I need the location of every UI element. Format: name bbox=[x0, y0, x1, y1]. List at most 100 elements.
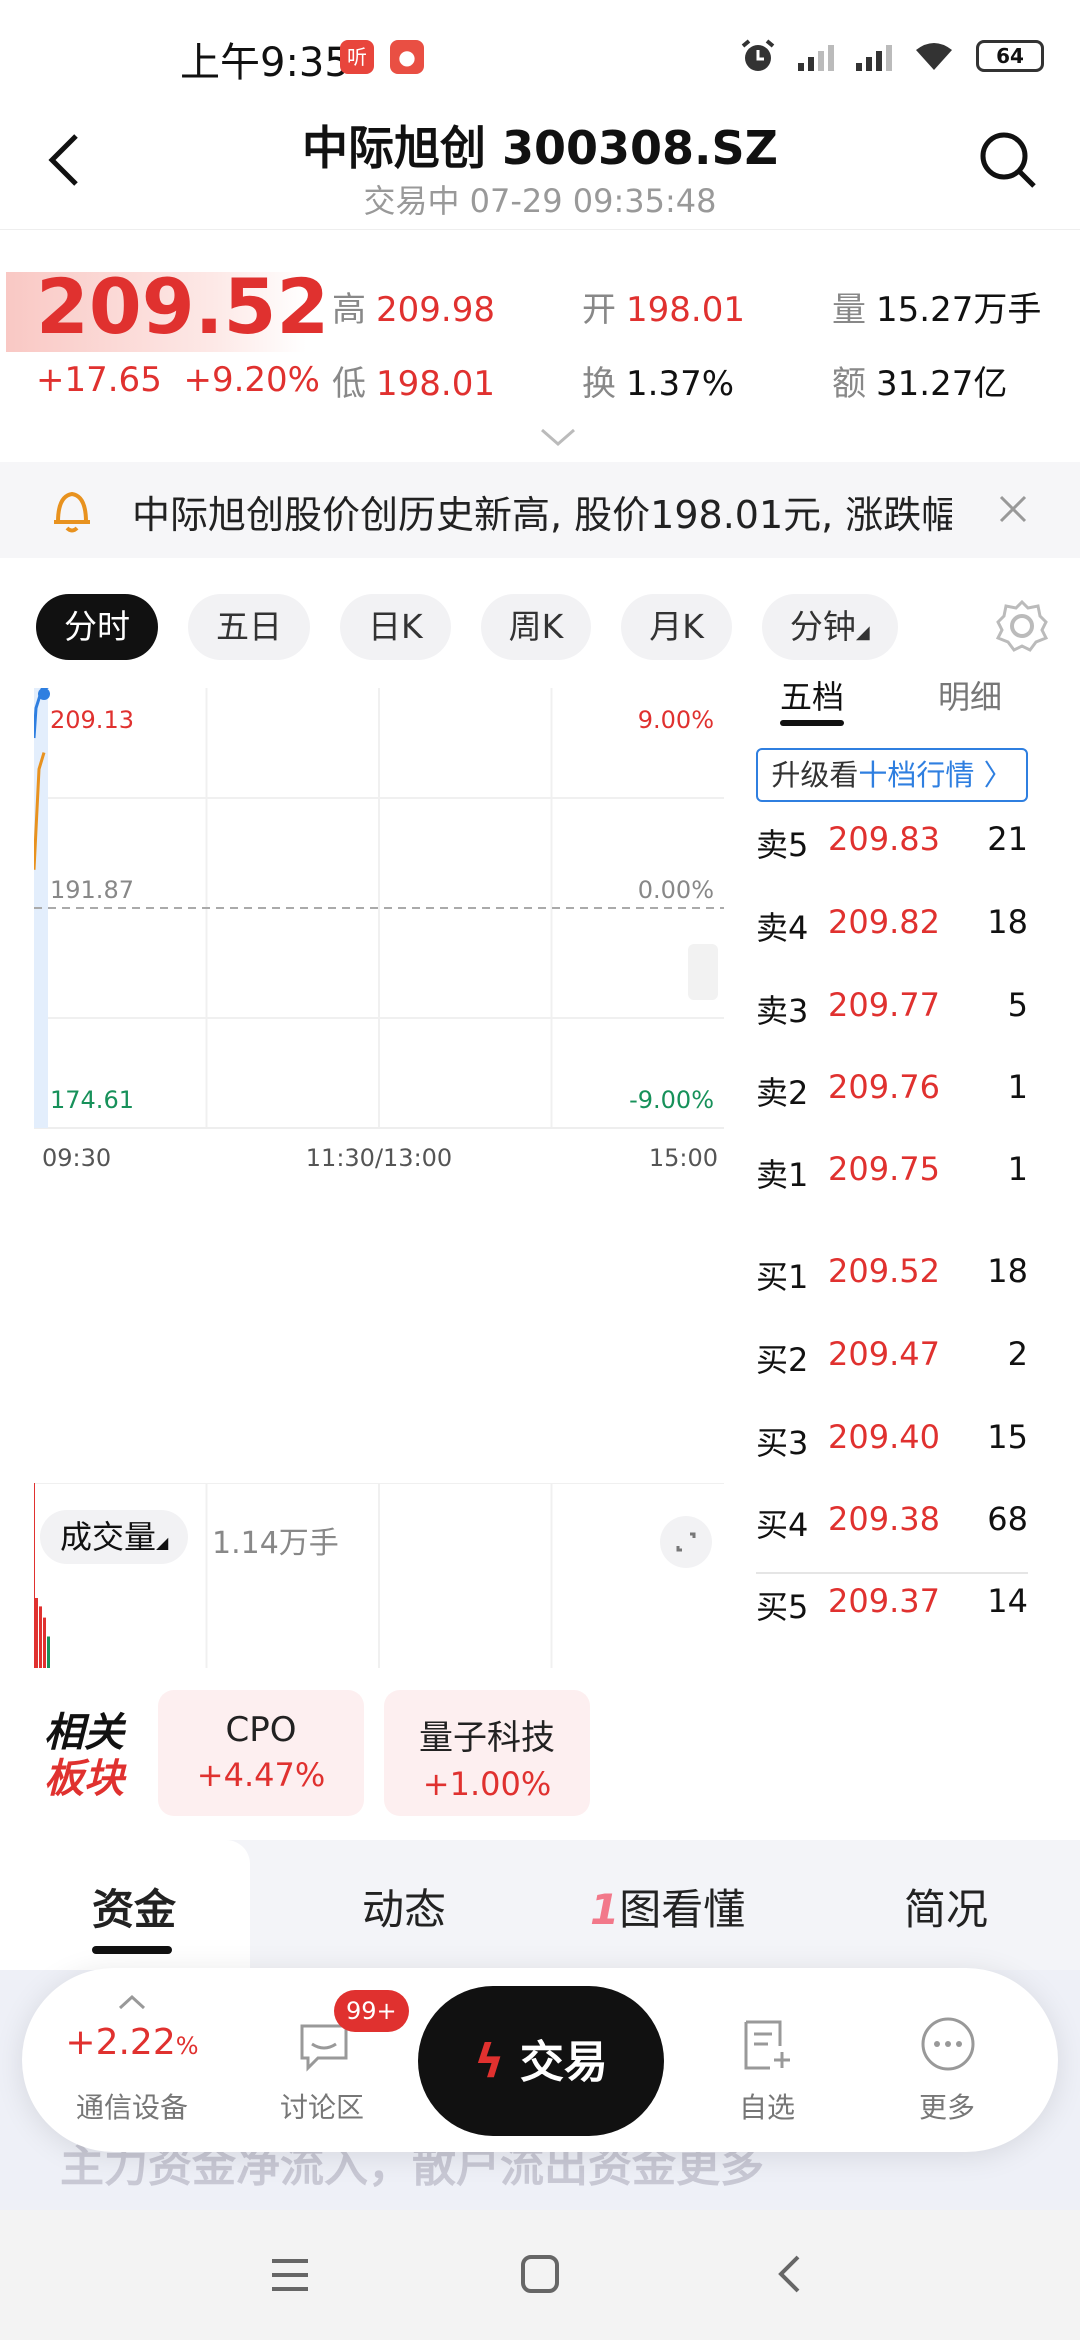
signal-icon-2 bbox=[856, 41, 892, 71]
tab-monthly-k[interactable]: 月K bbox=[621, 594, 732, 660]
chevron-up-icon bbox=[118, 1994, 146, 2010]
status-bar: 上午9:35 听 ● 64 bbox=[0, 0, 1080, 110]
tab-five-levels[interactable]: 五档 bbox=[780, 672, 844, 718]
quote-high: 高 209.98 bbox=[332, 290, 495, 330]
quote-amount: 额 31.27亿 bbox=[832, 364, 1008, 404]
watchlist-label: 自选 bbox=[738, 2091, 795, 2124]
system-nav-bar bbox=[0, 2210, 1080, 2340]
quote-panel: 209.52 +17.65 +9.20% 高 209.98 开 198.01 量 15… bbox=[0, 232, 1080, 462]
y-pct-high: 9.00% bbox=[638, 706, 714, 734]
more-icon bbox=[921, 2017, 975, 2071]
level-price: 209.83 bbox=[828, 820, 940, 858]
news-notice[interactable]: 中际旭创股价创历史新高, 股价198.01元, 涨跌幅 bbox=[0, 462, 1080, 558]
level-price: 209.37 bbox=[828, 1582, 940, 1620]
volume-bar bbox=[39, 1606, 42, 1668]
upgrade-ten-level-button[interactable]: 升级看十档行情 〉 bbox=[756, 748, 1028, 802]
lightning-icon: ϟ bbox=[474, 2034, 505, 2088]
order-book-divider bbox=[756, 1572, 1028, 1574]
y-label-high: 209.13 bbox=[50, 706, 134, 734]
more-label: 更多 bbox=[918, 2091, 975, 2124]
close-icon[interactable] bbox=[998, 494, 1028, 524]
y-label-low: 174.61 bbox=[50, 1086, 134, 1114]
listen-app-icon: 听 bbox=[340, 40, 374, 74]
level-label: 卖5 bbox=[756, 826, 809, 864]
volume-bar bbox=[35, 1598, 38, 1668]
y-pct-mid: 0.00% bbox=[638, 876, 714, 904]
bell-icon bbox=[54, 491, 90, 533]
tab-five-day[interactable]: 五日 bbox=[188, 594, 310, 660]
intraday-chart[interactable]: 209.13 191.87 174.61 9.00% 0.00% -9.00% 09:30 1… bbox=[34, 688, 724, 1350]
app-notification-icon: ● bbox=[390, 40, 424, 74]
level-price: 209.77 bbox=[828, 986, 940, 1024]
tab-detail[interactable]: 明细 bbox=[938, 672, 1002, 718]
related-title: 相关 板块 bbox=[44, 1710, 124, 1802]
level-label: 卖3 bbox=[756, 992, 809, 1030]
level-qty: 1 bbox=[1007, 1068, 1028, 1106]
tab-weekly-k[interactable]: 周K bbox=[480, 594, 592, 660]
discussion-badge: 99+ bbox=[334, 1990, 409, 2032]
wifi-icon bbox=[916, 43, 952, 70]
sector-change: +2.22% bbox=[65, 2022, 199, 2063]
stock-title: 中际旭创 300308.SZ bbox=[301, 121, 778, 175]
notice-text: 中际旭创股价创历史新高, 股价198.01元, 涨跌幅 bbox=[132, 493, 952, 537]
level-label: 卖1 bbox=[756, 1156, 809, 1194]
tab-daily-k[interactable]: 日K bbox=[340, 594, 451, 660]
gear-icon[interactable] bbox=[994, 598, 1050, 654]
trading-status: 交易中 07-29 09:35:48 bbox=[363, 182, 717, 220]
quote-low: 低 198.01 bbox=[332, 364, 495, 404]
tab-intraday[interactable]: 分时 bbox=[36, 594, 158, 660]
level-label: 买5 bbox=[756, 1588, 809, 1626]
trade-button[interactable]: ϟ 交易 bbox=[418, 1986, 664, 2136]
chart-scroll-handle bbox=[688, 944, 718, 1000]
quote-open: 开 198.01 bbox=[582, 290, 745, 330]
level-qty: 18 bbox=[987, 1252, 1028, 1290]
y-pct-low: -9.00% bbox=[629, 1086, 714, 1114]
tab-chart-explain[interactable]: 1图看懂 bbox=[590, 1876, 745, 1937]
sector-card-quantum[interactable]: 量子科技 +1.00% bbox=[384, 1690, 590, 1816]
quote-turnover: 换 1.37% bbox=[582, 364, 735, 404]
menu-icon[interactable] bbox=[270, 2258, 310, 2292]
level-price: 209.38 bbox=[828, 1500, 940, 1538]
tab-funds[interactable]: 资金 bbox=[92, 1876, 176, 1937]
level-qty: 2 bbox=[1007, 1335, 1028, 1373]
level-qty: 21 bbox=[987, 820, 1028, 858]
level-label: 买1 bbox=[756, 1258, 809, 1296]
tab-overview[interactable]: 简况 bbox=[904, 1876, 988, 1937]
nav-back-icon[interactable] bbox=[776, 2254, 802, 2294]
volume-bar bbox=[47, 1636, 50, 1668]
x-label-open: 09:30 bbox=[42, 1144, 111, 1172]
stock-header: 中际旭创 300308.SZ 交易中 07-29 09:35:48 bbox=[0, 110, 1080, 230]
chart-section: 分时 五日 日K 周K 月K 分钟◢ 209.13 191.87 174.61 9.0… bbox=[0, 568, 1080, 1828]
sector-card-cpo[interactable]: CPO +4.47% bbox=[158, 1690, 364, 1816]
volume-bar bbox=[43, 1617, 46, 1668]
more-button[interactable]: 更多 bbox=[892, 1968, 1002, 2152]
level-label: 买2 bbox=[756, 1341, 809, 1379]
change-percent: +9.20% bbox=[183, 360, 320, 400]
level-qty: 1 bbox=[1007, 1150, 1028, 1188]
status-time: 上午9:35 bbox=[180, 40, 350, 86]
level-qty: 18 bbox=[987, 903, 1028, 941]
tab-minute[interactable]: 分钟◢ bbox=[761, 594, 898, 660]
signal-icon-1 bbox=[798, 41, 834, 71]
level-price: 209.47 bbox=[828, 1335, 940, 1373]
level-qty: 68 bbox=[987, 1500, 1028, 1538]
current-price: 209.52 bbox=[36, 262, 330, 351]
expand-chevron-icon[interactable] bbox=[540, 428, 576, 448]
search-icon[interactable] bbox=[978, 130, 1038, 190]
tab-news[interactable]: 动态 bbox=[362, 1876, 446, 1937]
change-amount: +17.65 bbox=[36, 360, 162, 400]
home-icon[interactable] bbox=[520, 2254, 560, 2294]
y-label-mid: 191.87 bbox=[50, 876, 134, 904]
level-label: 买3 bbox=[756, 1424, 809, 1462]
current-price-dot bbox=[38, 688, 50, 700]
add-watchlist-icon bbox=[744, 2020, 790, 2070]
order-book-tabs: 五档 明细 bbox=[756, 668, 1056, 732]
watchlist-button[interactable]: 自选 bbox=[712, 1968, 822, 2152]
sector-quote-button[interactable]: +2.22% 通信设备 bbox=[62, 1968, 202, 2152]
battery-icon: 64 bbox=[976, 40, 1044, 72]
active-tab-underline bbox=[92, 1946, 172, 1954]
level-price: 209.76 bbox=[828, 1068, 940, 1106]
content-tabs: 资金 动态 1图看懂 简况 bbox=[0, 1840, 1080, 1970]
level-label: 买4 bbox=[756, 1506, 809, 1544]
level-qty: 15 bbox=[987, 1418, 1028, 1456]
